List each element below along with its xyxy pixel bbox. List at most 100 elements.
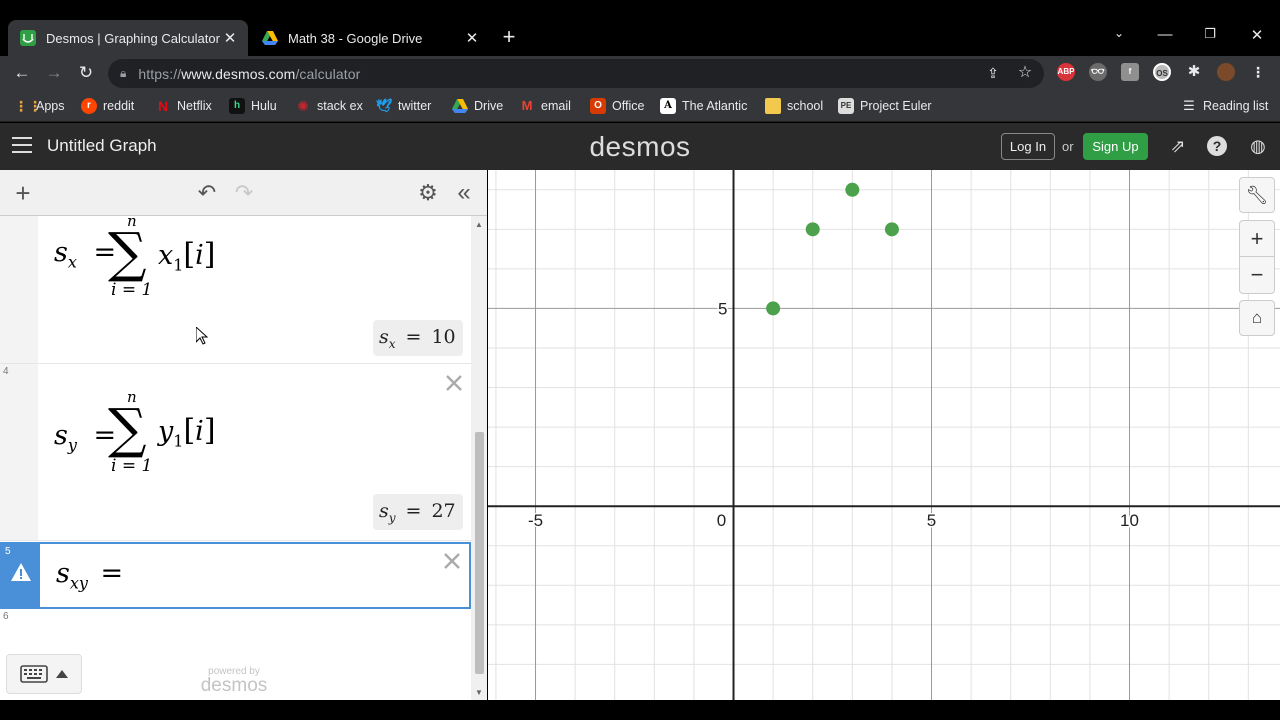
scrollbar-thumb[interactable] xyxy=(475,432,484,674)
expression-list: sx = n ∑ i = 1 x1[i] sx = 10 4 sy = n ∑ … xyxy=(0,216,471,700)
settings-gear-icon[interactable]: ⚙ xyxy=(416,181,440,205)
sxy-formula[interactable]: sxy = xyxy=(56,558,123,592)
desmos-logo: desmos xyxy=(589,131,691,162)
google-drive-icon xyxy=(452,99,468,113)
data-point xyxy=(845,182,860,197)
sum-lower-limit: i = 1 xyxy=(111,456,153,476)
bottom-bar xyxy=(0,700,1280,720)
forward-icon[interactable]: → xyxy=(43,62,65,84)
delete-expression-icon[interactable] xyxy=(443,552,461,570)
zoom-in-icon[interactable]: + xyxy=(1240,221,1274,257)
graph-canvas[interactable]: -5 0 5 10 5 xyxy=(488,170,1280,700)
extensions-puzzle-icon[interactable]: ✱ xyxy=(1185,63,1203,81)
expression-sy[interactable]: 4 sy = n ∑ i = 1 y1[i] sy = 27 xyxy=(0,364,471,541)
delete-expression-icon[interactable] xyxy=(445,374,463,392)
browser-menu-icon[interactable]: ⋮ xyxy=(1249,63,1267,81)
x-tick-label: 0 xyxy=(717,511,726,530)
tab-title: Desmos | Graphing Calculator xyxy=(46,30,220,46)
x-tick-label: 10 xyxy=(1120,511,1139,530)
keyboard-toggle-button[interactable] xyxy=(6,654,82,694)
owl-extension-icon[interactable]: 👓︎ xyxy=(1089,63,1107,81)
language-globe-icon[interactable]: ◍ xyxy=(1247,135,1269,157)
evaluation-result: sy = 27 xyxy=(373,494,463,530)
undo-icon[interactable]: ↶ xyxy=(195,181,219,205)
close-window-icon[interactable]: ✕ xyxy=(1247,26,1267,44)
new-tab-icon[interactable]: + xyxy=(498,26,520,49)
back-icon[interactable]: ← xyxy=(11,62,33,84)
bookmark-school[interactable]: school xyxy=(765,97,823,115)
tab-desmos[interactable]: Desmos | Graphing Calculator ✕ xyxy=(8,20,248,56)
reload-icon[interactable]: ↻ xyxy=(75,62,97,84)
expression-sx[interactable]: sx = n ∑ i = 1 x1[i] sx = 10 xyxy=(0,216,471,364)
lock-icon: 🔒︎ xyxy=(120,66,127,80)
bookmark-the-atlantic[interactable]: A The Atlantic xyxy=(660,97,747,115)
google-drive-icon xyxy=(262,31,278,45)
bookmark-netflix[interactable]: N Netflix xyxy=(155,97,212,115)
address-bar[interactable]: 🔒︎ https://www.desmos.com/calculator ⇪ ☆ xyxy=(108,59,1044,88)
share-icon[interactable]: ⇪ xyxy=(984,64,1002,82)
restore-icon[interactable]: ❐ xyxy=(1200,26,1220,42)
screen: Desmos | Graphing Calculator ✕ Math 38 -… xyxy=(0,0,1280,720)
zoom-out-icon[interactable]: − xyxy=(1240,257,1274,293)
sigma-symbol: ∑ xyxy=(108,397,147,460)
graph-title[interactable]: Untitled Graph xyxy=(47,136,157,156)
graph-paper[interactable]: -5 0 5 10 5 🔧︎ + − ⌂ xyxy=(488,170,1280,700)
gmail-icon: M xyxy=(521,98,533,113)
hamburger-menu-icon[interactable] xyxy=(12,137,32,153)
bookmark-hulu[interactable]: h Hulu xyxy=(229,97,277,115)
tab-search-icon[interactable]: ⌄ xyxy=(1109,26,1129,40)
expression-scrollbar[interactable]: ▲ ▼ xyxy=(471,216,487,700)
adblock-extension-icon[interactable]: ABP xyxy=(1057,63,1075,81)
add-item-icon[interactable]: + xyxy=(11,180,35,206)
browser-tabstrip: Desmos | Graphing Calculator ✕ Math 38 -… xyxy=(0,0,1280,56)
bookmark-drive[interactable]: Drive xyxy=(452,97,503,115)
powered-by-desmos: powered by desmos xyxy=(200,666,268,696)
redo-icon[interactable]: ↷ xyxy=(232,181,256,205)
bookmark-email[interactable]: Memail xyxy=(519,97,571,115)
reading-list[interactable]: ☰ Reading list xyxy=(1181,97,1268,115)
sum-lower-limit: i = 1 xyxy=(111,280,153,300)
folder-icon xyxy=(765,98,781,114)
os-extension-icon[interactable]: OS xyxy=(1153,63,1171,81)
warning-icon[interactable] xyxy=(10,562,32,582)
share-graph-icon[interactable]: ⇗ xyxy=(1167,135,1189,157)
expression-gutter: 5 xyxy=(2,544,40,607)
default-viewport-home-icon[interactable]: ⌂ xyxy=(1239,300,1275,336)
hulu-icon: h xyxy=(229,98,245,114)
collapse-panel-icon[interactable]: « xyxy=(452,181,476,205)
bookmark-project-euler[interactable]: PE Project Euler xyxy=(838,97,932,115)
data-point xyxy=(805,222,820,237)
stack-exchange-icon: ✺ xyxy=(297,98,309,114)
expression-panel: + ↶ ↷ ⚙ « sx = n ∑ i = 1 x1[i] sx = 10 4… xyxy=(0,170,487,700)
tab-close-icon[interactable]: ✕ xyxy=(464,29,480,47)
bookmark-office[interactable]: O Office xyxy=(590,97,644,115)
url-text: https://www.desmos.com/calculator xyxy=(138,65,361,82)
mouse-cursor-icon xyxy=(196,327,208,345)
expression-sxy[interactable]: 5 sxy = xyxy=(0,542,471,609)
browser-toolbar: ← → ↻ 🔒︎ https://www.desmos.com/calculat… xyxy=(0,56,1280,90)
reading-list-icon: ☰ xyxy=(1183,98,1195,113)
project-euler-icon: PE xyxy=(838,98,854,114)
reddit-icon: r xyxy=(81,98,97,114)
help-icon[interactable]: ? xyxy=(1207,136,1227,156)
evaluation-result: sx = 10 xyxy=(373,320,463,356)
bookmark-stack-exchange[interactable]: ✺ stack ex xyxy=(295,97,363,115)
the-atlantic-icon: A xyxy=(660,98,676,114)
profile-avatar[interactable] xyxy=(1217,63,1235,81)
tab-close-icon[interactable]: ✕ xyxy=(222,29,238,47)
bookmark-star-icon[interactable]: ☆ xyxy=(1016,64,1034,82)
x-tick-label: -5 xyxy=(528,511,543,530)
extension-icon[interactable]: f xyxy=(1121,63,1139,81)
log-in-button[interactable]: Log In xyxy=(1001,133,1055,160)
sign-up-button[interactable]: Sign Up xyxy=(1083,133,1148,160)
desmos-favicon-icon xyxy=(20,30,36,46)
bookmark-apps[interactable]: ⋮⋮ Apps xyxy=(14,97,65,115)
data-point xyxy=(766,301,781,316)
expression-gutter xyxy=(0,216,38,363)
bookmark-twitter[interactable]: 🕊︎ twitter xyxy=(376,97,431,115)
bookmark-reddit[interactable]: r reddit xyxy=(81,97,134,115)
minimize-icon[interactable]: — xyxy=(1155,26,1175,43)
tab-google-drive[interactable]: Math 38 - Google Drive ✕ xyxy=(250,20,490,56)
graph-settings-wrench-icon[interactable]: 🔧︎ xyxy=(1239,177,1275,213)
x-tick-label: 5 xyxy=(927,511,936,530)
